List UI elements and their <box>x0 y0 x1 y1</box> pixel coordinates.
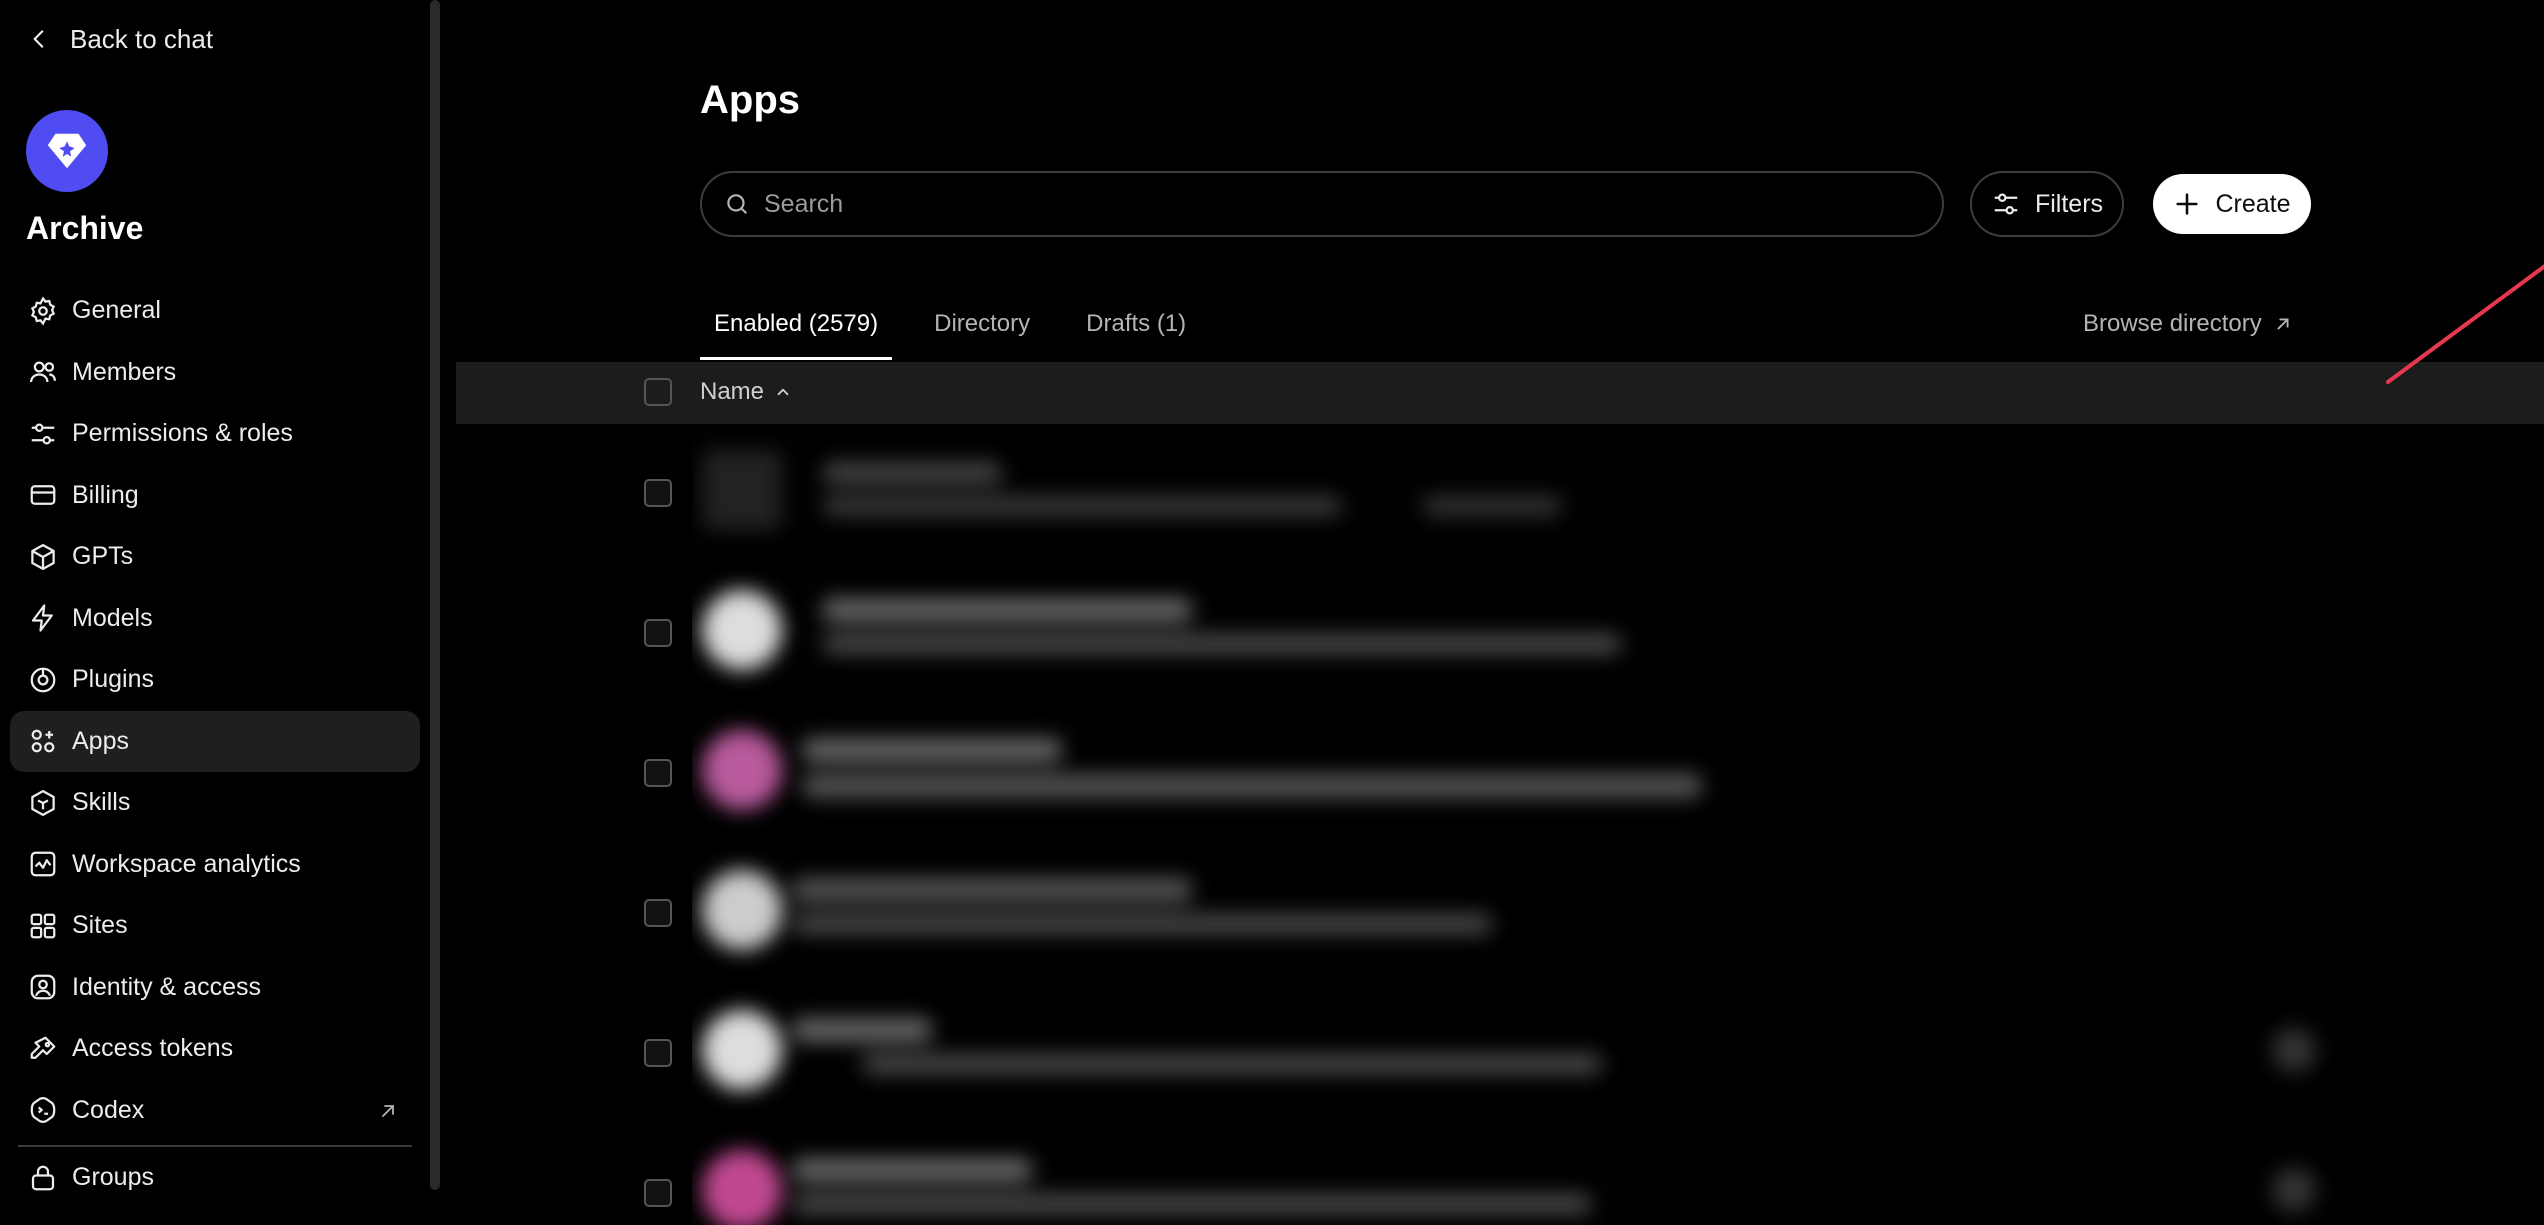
app-list <box>692 430 2374 1225</box>
workspace-logo <box>26 110 108 192</box>
create-button[interactable]: Create <box>2153 174 2311 234</box>
sidebar: Back to chat Archive General Members Per… <box>0 0 440 1225</box>
plugin-icon <box>30 667 56 693</box>
browse-directory-label: Browse directory <box>2083 310 2262 337</box>
table-header: Name <box>456 362 2544 424</box>
external-link-icon <box>2277 318 2289 330</box>
browse-directory-link[interactable]: Browse directory <box>2083 310 2294 338</box>
name-column-label: Name <box>700 378 765 405</box>
table-row[interactable] <box>692 710 2374 840</box>
filters-label: Filters <box>2034 189 2104 218</box>
table-row[interactable] <box>692 850 2374 980</box>
sidebar-item-label: Access tokens <box>72 1034 234 1063</box>
sidebar-item-codex[interactable]: Codex <box>10 1080 420 1142</box>
table-row[interactable] <box>692 570 2374 700</box>
name-column-header[interactable]: Name <box>700 378 792 406</box>
key-icon <box>30 1036 56 1059</box>
lock-icon <box>31 1165 55 1191</box>
row-checkbox[interactable] <box>644 1039 672 1067</box>
sidebar-item-label: Plugins <box>72 665 154 694</box>
create-label: Create <box>2215 189 2291 218</box>
sidebar-item-label: General <box>72 296 161 325</box>
sidebar-item-plugins[interactable]: Plugins <box>10 649 420 711</box>
credit-card-icon <box>30 485 56 506</box>
table-row[interactable] <box>692 430 2374 560</box>
codex-icon <box>30 1097 56 1124</box>
skills-icon <box>31 789 55 816</box>
workspace-name: Archive <box>26 210 144 246</box>
sidebar-item-label: Workspace analytics <box>72 849 301 878</box>
tab-directory[interactable]: Directory <box>920 292 1044 360</box>
back-to-chat-link[interactable]: Back to chat <box>26 18 213 60</box>
sidebar-item-access-tokens[interactable]: Access tokens <box>10 1018 420 1080</box>
sidebar-item-models[interactable]: Models <box>10 588 420 650</box>
search-box[interactable] <box>700 171 1944 237</box>
users-icon <box>30 361 56 383</box>
sliders-icon <box>31 423 55 445</box>
sidebar-item-sites[interactable]: Sites <box>10 895 420 957</box>
sidebar-item-groups[interactable]: Groups <box>10 1147 420 1209</box>
sidebar-scrollbar[interactable] <box>430 0 440 1190</box>
external-link-icon <box>382 1104 394 1117</box>
gear-icon <box>30 296 56 326</box>
sidebar-item-skills[interactable]: Skills <box>10 772 420 834</box>
sidebar-item-workspace-analytics[interactable]: Workspace analytics <box>10 834 420 896</box>
sidebar-item-apps[interactable]: Apps <box>10 710 420 772</box>
sites-icon <box>30 913 56 939</box>
sidebar-item-label: Billing <box>72 480 139 509</box>
settings-nav: General Members Permissions & roles Bill… <box>10 280 420 1209</box>
sidebar-item-label: Permissions & roles <box>72 419 293 448</box>
sidebar-item-label: GPTs <box>72 542 134 571</box>
back-to-chat-label: Back to chat <box>70 23 214 54</box>
tab-drafts[interactable]: Drafts (1) <box>1072 292 1200 360</box>
sidebar-item-label: Sites <box>72 911 128 940</box>
sidebar-item-label: Apps <box>72 726 129 755</box>
chevron-up-icon <box>777 388 789 396</box>
sidebar-item-label: Groups <box>72 1163 154 1192</box>
row-checkbox[interactable] <box>644 619 672 647</box>
table-row[interactable] <box>692 990 2374 1120</box>
tab-enabled[interactable]: Enabled (2579) <box>700 292 893 360</box>
row-checkbox[interactable] <box>644 899 672 927</box>
sidebar-item-general[interactable]: General <box>10 280 420 342</box>
sliders-icon <box>1994 193 2018 215</box>
diamond-icon <box>47 133 87 169</box>
sidebar-item-label: Members <box>72 357 177 386</box>
sidebar-item-identity-access[interactable]: Identity & access <box>10 957 420 1019</box>
tab-bar: Enabled (2579) Directory Drafts (1) <box>700 292 1200 360</box>
sidebar-item-billing[interactable]: Billing <box>10 465 420 527</box>
sidebar-item-gpts[interactable]: GPTs <box>10 526 420 588</box>
analytics-icon <box>30 851 56 877</box>
search-input[interactable] <box>764 189 1864 219</box>
select-all-checkbox[interactable] <box>644 378 672 406</box>
sidebar-item-label: Identity & access <box>72 972 261 1001</box>
row-checkbox[interactable] <box>644 759 672 787</box>
plus-icon <box>2176 193 2199 215</box>
sidebar-item-members[interactable]: Members <box>10 342 420 404</box>
sidebar-item-label: Skills <box>72 788 131 817</box>
main-content: Apps Filters Create Enabled (2579) Direc… <box>440 0 2544 1225</box>
table-row[interactable] <box>692 1130 2374 1225</box>
chevron-left-icon <box>33 30 44 48</box>
filters-button[interactable]: Filters <box>1970 171 2124 237</box>
sidebar-item-permissions[interactable]: Permissions & roles <box>10 403 420 465</box>
sidebar-item-label: Models <box>72 603 153 632</box>
search-icon <box>727 194 747 214</box>
bolt-icon <box>31 604 53 632</box>
apps-icon <box>31 729 55 753</box>
row-checkbox[interactable] <box>644 479 672 507</box>
cube-icon <box>31 543 55 570</box>
row-checkbox[interactable] <box>644 1179 672 1207</box>
page-title: Apps <box>700 78 800 122</box>
sidebar-item-label: Codex <box>72 1095 145 1124</box>
identity-icon <box>30 974 56 1000</box>
